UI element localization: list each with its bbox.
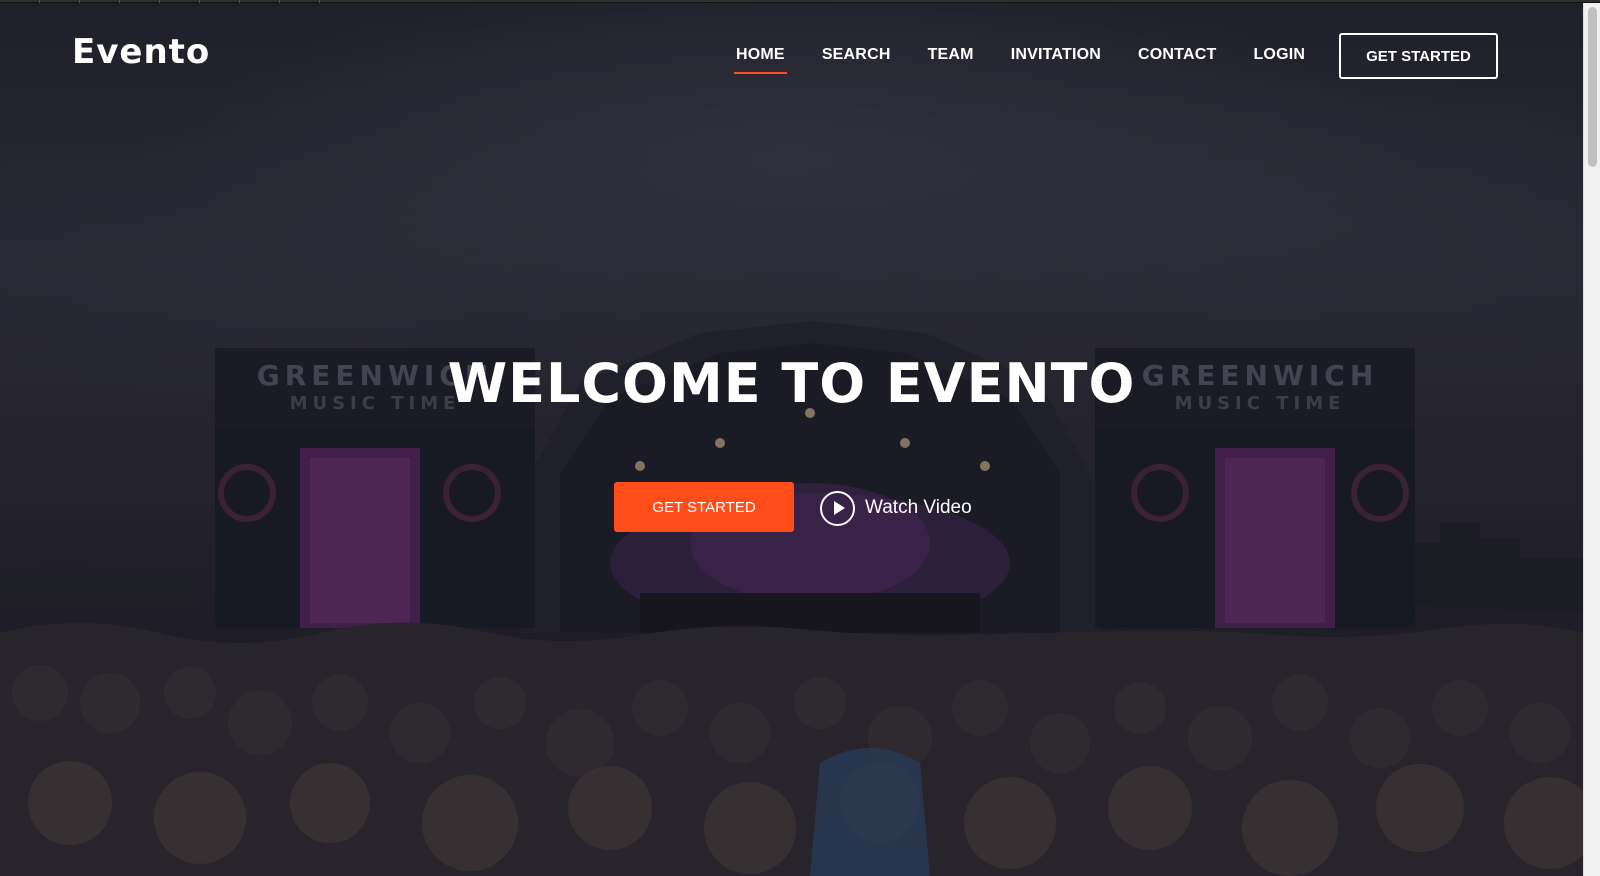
tab-segment [120, 0, 160, 3]
scrollbar-thumb[interactable] [1588, 7, 1597, 167]
main-nav: HOME SEARCH TEAM INVITATION CONTACT LOGI… [734, 44, 1340, 74]
tab-segment [240, 0, 280, 3]
page: GREENWICH MUSIC TIME GREENWICH MUSIC TIM… [0, 0, 1600, 876]
tab-segment [80, 0, 120, 3]
nav-item-login[interactable]: LOGIN [1251, 44, 1307, 74]
watch-video-link[interactable]: Watch Video [820, 490, 972, 526]
hero-get-started-button[interactable]: GET STARTED [614, 482, 794, 532]
hero-dark-overlay [0, 3, 1583, 876]
page-scrollbar[interactable] [1583, 3, 1600, 876]
tab-segment [160, 0, 200, 3]
site-logo[interactable]: Evento [72, 32, 210, 72]
tab-segment [0, 0, 40, 3]
header-get-started-button[interactable]: GET STARTED [1339, 33, 1498, 79]
browser-tab-strip [0, 0, 1600, 3]
nav-item-invitation[interactable]: INVITATION [1009, 44, 1103, 74]
tab-segment [280, 0, 320, 3]
hero-background: GREENWICH MUSIC TIME GREENWICH MUSIC TIM… [0, 3, 1583, 876]
play-circle-icon[interactable] [820, 490, 855, 526]
nav-item-contact[interactable]: CONTACT [1136, 44, 1218, 74]
nav-item-team[interactable]: TEAM [926, 44, 976, 74]
watch-video-label: Watch Video [865, 497, 972, 518]
hero-title: WELCOME TO EVENTO [447, 352, 1136, 415]
tab-segment [200, 0, 240, 3]
tab-segment [40, 0, 80, 3]
nav-item-search[interactable]: SEARCH [820, 44, 893, 74]
nav-item-home[interactable]: HOME [734, 44, 787, 74]
